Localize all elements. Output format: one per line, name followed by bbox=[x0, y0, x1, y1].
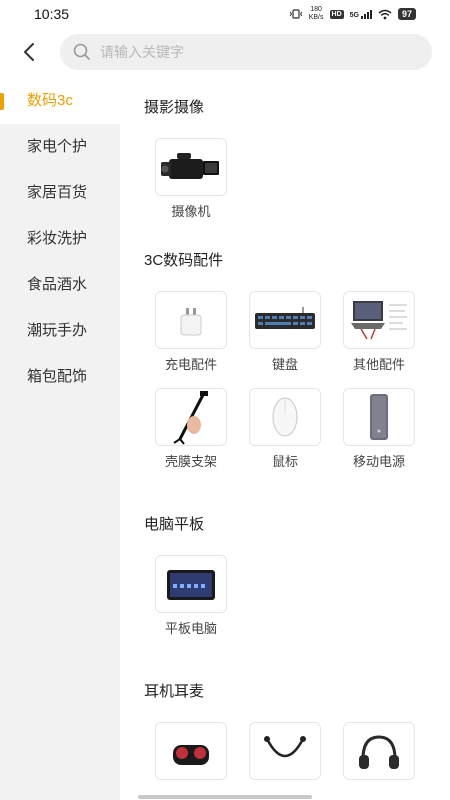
sidebar-item-label: 彩妆洗护 bbox=[27, 230, 88, 247]
category-item[interactable]: 平板电脑 bbox=[144, 555, 238, 652]
power-bank-icon bbox=[343, 388, 415, 446]
sidebar-item-label: 家居百货 bbox=[27, 184, 88, 201]
sidebar-item-label: 家电个护 bbox=[27, 138, 88, 155]
sidebar-item-beauty[interactable]: 彩妆洗护 bbox=[0, 216, 120, 262]
category-item[interactable]: 壳膜支架 bbox=[144, 388, 238, 485]
sidebar-item-home-goods[interactable]: 家居百货 bbox=[0, 170, 120, 216]
keyboard-icon bbox=[249, 291, 321, 349]
tablet-icon bbox=[155, 555, 227, 613]
camcorder-icon bbox=[155, 138, 227, 196]
section-title: 摄影摄像 bbox=[144, 99, 205, 116]
charger-icon bbox=[155, 291, 227, 349]
mouse-icon bbox=[249, 388, 321, 446]
signal-label: 5G bbox=[349, 12, 359, 19]
sidebar-item-label: 潮玩手办 bbox=[27, 322, 88, 339]
category-item[interactable]: 摄像机 bbox=[144, 138, 238, 235]
section-title: 电脑平板 bbox=[144, 516, 205, 533]
wifi-icon bbox=[378, 9, 392, 19]
sidebar-item-digital-3c[interactable]: 数码3c bbox=[0, 78, 120, 124]
header bbox=[0, 30, 450, 74]
cellular-signal-icon: 5G bbox=[350, 9, 372, 19]
sidebar-item-label: 食品酒水 bbox=[27, 276, 88, 293]
status-bar: 10:35 180 KB/s HD 5G 97 bbox=[0, 0, 450, 30]
sidebar-item-label: 数码3c bbox=[27, 92, 73, 109]
category-item[interactable] bbox=[144, 722, 238, 800]
section-title: 3C数码配件 bbox=[144, 252, 224, 269]
category-item-label: 鼠标 bbox=[271, 454, 298, 469]
category-item-label: 充电配件 bbox=[164, 357, 217, 372]
category-item[interactable] bbox=[332, 722, 426, 800]
chevron-left-icon bbox=[24, 43, 34, 61]
vibrate-icon bbox=[289, 9, 303, 19]
category-item[interactable]: 其他配件 bbox=[332, 291, 426, 388]
neckband-earphones-icon bbox=[249, 722, 321, 780]
category-content: 摄影摄像 摄像机 3C数码配件 充电配件 键盘 其他配件 壳膜支架 鼠标 移动电… bbox=[120, 78, 450, 800]
section-computers-tablets: 电脑平板 平板电脑 bbox=[120, 515, 450, 652]
earbuds-icon bbox=[155, 722, 227, 780]
section-photography: 摄影摄像 摄像机 bbox=[120, 98, 450, 235]
category-item[interactable] bbox=[238, 722, 332, 800]
category-item-label: 平板电脑 bbox=[164, 621, 217, 636]
status-icons: 180 KB/s HD 5G 97 bbox=[289, 6, 416, 22]
search-icon bbox=[73, 43, 90, 60]
category-grid: 平板电脑 bbox=[144, 555, 450, 652]
back-button[interactable] bbox=[14, 38, 46, 66]
category-grid: 摄像机 bbox=[144, 138, 450, 235]
hd-badge: HD bbox=[329, 9, 344, 19]
net-speed-unit: KB/s bbox=[308, 14, 324, 21]
battery-icon: 97 bbox=[397, 8, 416, 20]
category-sidebar: 数码3c 家电个护 家居百货 彩妆洗护 食品酒水 潮玩手办 箱包配饰 bbox=[0, 78, 120, 800]
net-speed: 180 KB/s bbox=[309, 6, 324, 22]
section-3c-accessories: 3C数码配件 充电配件 键盘 其他配件 壳膜支架 鼠标 移动电源 bbox=[120, 251, 450, 485]
home-indicator bbox=[138, 795, 312, 799]
section-title: 耳机耳麦 bbox=[144, 683, 205, 700]
sidebar-item-label: 箱包配饰 bbox=[27, 368, 88, 385]
net-speed-value: 180 bbox=[310, 6, 322, 13]
sidebar-item-bags[interactable]: 箱包配饰 bbox=[0, 354, 120, 400]
search-input[interactable] bbox=[100, 44, 400, 60]
category-item-label: 壳膜支架 bbox=[164, 454, 217, 469]
sidebar-item-toys[interactable]: 潮玩手办 bbox=[0, 308, 120, 354]
category-item-label: 摄像机 bbox=[171, 204, 211, 219]
search-bar[interactable] bbox=[60, 34, 432, 70]
category-item-label: 键盘 bbox=[271, 357, 298, 372]
sidebar-item-appliances[interactable]: 家电个护 bbox=[0, 124, 120, 170]
section-headphones: 耳机耳麦 bbox=[120, 682, 450, 800]
category-item-label: 其他配件 bbox=[352, 357, 405, 372]
category-item[interactable]: 键盘 bbox=[238, 291, 332, 388]
sidebar-item-food-drinks[interactable]: 食品酒水 bbox=[0, 262, 120, 308]
category-item-label: 移动电源 bbox=[352, 454, 405, 469]
laptop-stand-icon bbox=[343, 291, 415, 349]
selfie-stick-icon bbox=[155, 388, 227, 446]
status-time: 10:35 bbox=[34, 6, 70, 22]
category-item[interactable]: 鼠标 bbox=[238, 388, 332, 485]
category-grid bbox=[144, 722, 450, 800]
category-grid: 充电配件 键盘 其他配件 壳膜支架 鼠标 移动电源 bbox=[144, 291, 450, 485]
category-item[interactable]: 移动电源 bbox=[332, 388, 426, 485]
category-item[interactable]: 充电配件 bbox=[144, 291, 238, 388]
headphones-icon bbox=[343, 722, 415, 780]
